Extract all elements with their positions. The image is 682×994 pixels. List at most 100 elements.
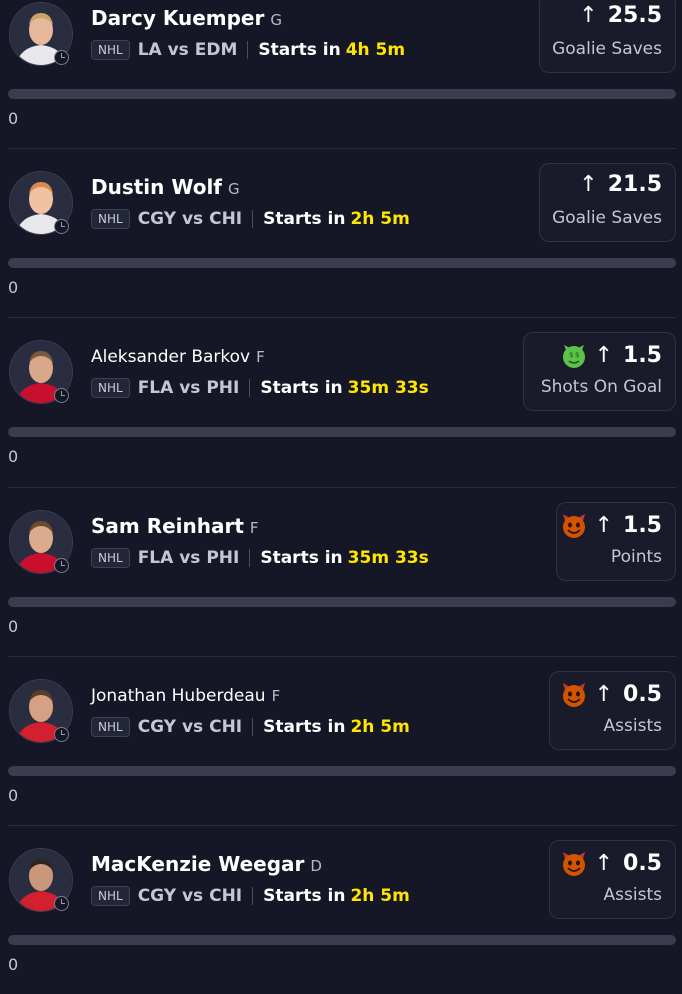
stat-line-button[interactable]: ↑ 0.5 Assists (549, 840, 676, 919)
player-name[interactable]: Dustin Wolf G (91, 175, 240, 199)
matchup: CGY vs CHI (137, 209, 243, 229)
matchup: FLA vs PHI (137, 378, 240, 398)
stat-line-button[interactable]: $ $ ↑ 1.5 Shots On Goal (523, 332, 676, 411)
stat-type: Shots On Goal (540, 377, 662, 397)
row-divider (8, 487, 676, 488)
game-info: NHL CGY vs CHI Starts in 2h 5m (91, 715, 410, 739)
stat-line-header: ↑ 1.5 (561, 513, 662, 539)
game-info: NHL CGY vs CHI Starts in 2h 5m (91, 884, 410, 908)
game-info: NHL FLA vs PHI Starts in 35m 33s (91, 376, 429, 400)
meta-divider (252, 718, 254, 736)
arrow-up-icon: ↑ (579, 172, 598, 197)
stat-line-value: 1.5 (623, 513, 662, 538)
clock-icon (54, 219, 69, 234)
league-badge: NHL (91, 40, 130, 60)
player-position: F (271, 687, 281, 705)
stat-line-value: 0.5 (623, 851, 662, 876)
player-name[interactable]: Jonathan Huberdeau F (91, 686, 280, 706)
league-badge: NHL (91, 548, 130, 568)
stat-line-header: $ $ ↑ 1.5 (561, 343, 662, 369)
game-info: NHL LA vs EDM Starts in 4h 5m (91, 38, 405, 62)
player-position: G (228, 180, 240, 198)
stat-line-header: ↑ 0.5 (561, 682, 662, 708)
matchup: CGY vs CHI (137, 886, 243, 906)
stat-line-value: 25.5 (607, 3, 662, 28)
starts-label: Starts in (263, 209, 346, 229)
starts-label: Starts in (263, 717, 346, 737)
player-name[interactable]: Aleksander Barkov F (91, 347, 265, 367)
stat-line-header: ↑ 0.5 (561, 851, 662, 877)
meta-divider (249, 379, 251, 397)
player-name[interactable]: MacKenzie Weegar D (91, 852, 322, 876)
player-position: F (256, 348, 265, 366)
player-prop-row[interactable]: MacKenzie Weegar D NHL CGY vs CHI Starts … (0, 825, 682, 994)
progress-bar (8, 89, 676, 99)
matchup: CGY vs CHI (137, 717, 243, 737)
player-prop-row[interactable]: Dustin Wolf G NHL CGY vs CHI Starts in 2h… (0, 148, 682, 317)
row-divider (8, 825, 676, 826)
player-name-text: MacKenzie Weegar (91, 852, 305, 876)
player-name-text: Sam Reinhart (91, 514, 244, 538)
stat-line-button[interactable]: ↑ 21.5 Goalie Saves (539, 163, 676, 242)
player-prop-list: Darcy Kuemper G NHL LA vs EDM Starts in 4… (0, 0, 682, 980)
stat-line-button[interactable]: ↑ 0.5 Assists (549, 671, 676, 750)
player-name-text: Aleksander Barkov (91, 347, 251, 367)
player-name-text: Darcy Kuemper (91, 6, 265, 30)
stat-line-button[interactable]: ↑ 1.5 Points (556, 502, 676, 581)
arrow-up-icon: ↑ (594, 513, 614, 538)
arrow-up-icon: ↑ (594, 343, 614, 368)
player-prop-row[interactable]: Jonathan Huberdeau F NHL CGY vs CHI Start… (0, 656, 682, 825)
starts-label: Starts in (263, 886, 346, 906)
player-name[interactable]: Darcy Kuemper G (91, 6, 282, 30)
row-divider (8, 656, 676, 657)
player-position: F (249, 519, 259, 537)
player-name-text: Dustin Wolf (91, 175, 223, 199)
player-name[interactable]: Sam Reinhart F (91, 514, 259, 538)
stat-type: Goalie Saves (552, 39, 662, 59)
starts-countdown: 35m 33s (347, 378, 429, 398)
svg-text:$: $ (575, 351, 579, 359)
stat-type: Assists (603, 885, 662, 905)
devil-face-icon (562, 683, 585, 707)
stat-line-button[interactable]: ↑ 25.5 Goalie Saves (539, 0, 676, 73)
starts-countdown: 2h 5m (350, 886, 410, 906)
player-position: G (270, 11, 282, 29)
matchup: LA vs EDM (137, 40, 238, 60)
meta-divider (252, 887, 254, 905)
stat-line-value: 21.5 (607, 172, 662, 197)
league-badge: NHL (91, 886, 130, 906)
progress-count: 0 (8, 617, 19, 636)
devil-face-icon (562, 514, 585, 538)
stat-line-header: ↑ 21.5 (579, 174, 662, 196)
meta-divider (249, 549, 251, 567)
starts-countdown: 2h 5m (350, 209, 410, 229)
starts-countdown: 4h 5m (345, 40, 406, 60)
stat-line-header: ↑ 25.5 (579, 5, 662, 27)
stat-type: Points (610, 547, 662, 567)
player-prop-row[interactable]: Sam Reinhart F NHL FLA vs PHI Starts in 3… (0, 487, 682, 656)
row-divider (8, 148, 676, 149)
starts-countdown: 35m 33s (347, 548, 429, 568)
stat-type: Assists (603, 716, 662, 736)
starts-label: Starts in (258, 40, 341, 60)
progress-bar (8, 427, 676, 437)
progress-count: 0 (8, 278, 19, 297)
meta-divider (247, 41, 249, 59)
starts-label: Starts in (260, 378, 343, 398)
league-badge: NHL (91, 717, 130, 737)
progress-bar (8, 597, 676, 607)
clock-icon (54, 388, 69, 403)
progress-count: 0 (8, 109, 19, 128)
player-name-text: Jonathan Huberdeau (91, 686, 266, 706)
clock-icon (54, 896, 69, 911)
matchup: FLA vs PHI (137, 548, 240, 568)
league-badge: NHL (91, 378, 130, 398)
player-position: D (310, 857, 322, 875)
player-prop-row[interactable]: Darcy Kuemper G NHL LA vs EDM Starts in 4… (0, 0, 682, 148)
stat-line-value: 0.5 (623, 682, 662, 707)
progress-count: 0 (8, 955, 19, 974)
arrow-up-icon: ↑ (594, 682, 614, 707)
game-info: NHL FLA vs PHI Starts in 35m 33s (91, 546, 429, 570)
player-prop-row[interactable]: Aleksander Barkov F NHL FLA vs PHI Starts… (0, 317, 682, 486)
arrow-up-icon: ↑ (594, 851, 614, 876)
